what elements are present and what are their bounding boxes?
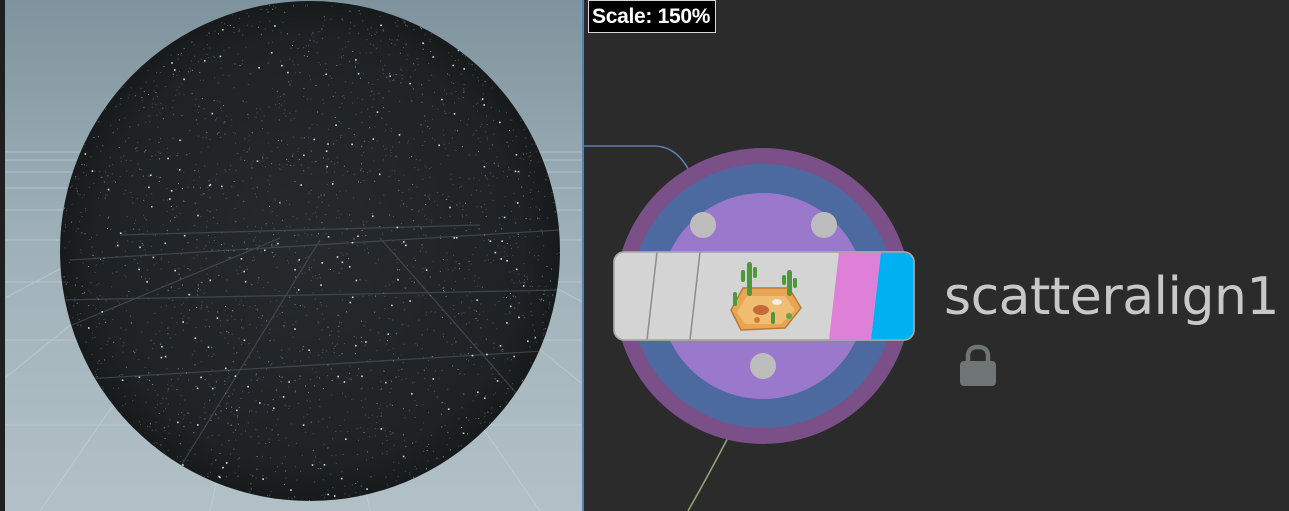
zoom-scale-label: Scale: 150%	[588, 0, 716, 33]
node-name-label[interactable]: scatteralign1	[944, 264, 1280, 330]
viewport-frame	[0, 0, 5, 511]
point-sphere[interactable]	[0, 0, 583, 511]
network-editor[interactable]	[584, 0, 1289, 511]
input-connector-1[interactable]	[690, 212, 716, 238]
desert-cactus-icon	[730, 262, 802, 331]
output-connector[interactable]	[750, 353, 776, 379]
input-connector-2[interactable]	[811, 212, 837, 238]
padlock-icon[interactable]	[958, 344, 998, 388]
scene-viewport[interactable]	[0, 0, 583, 511]
